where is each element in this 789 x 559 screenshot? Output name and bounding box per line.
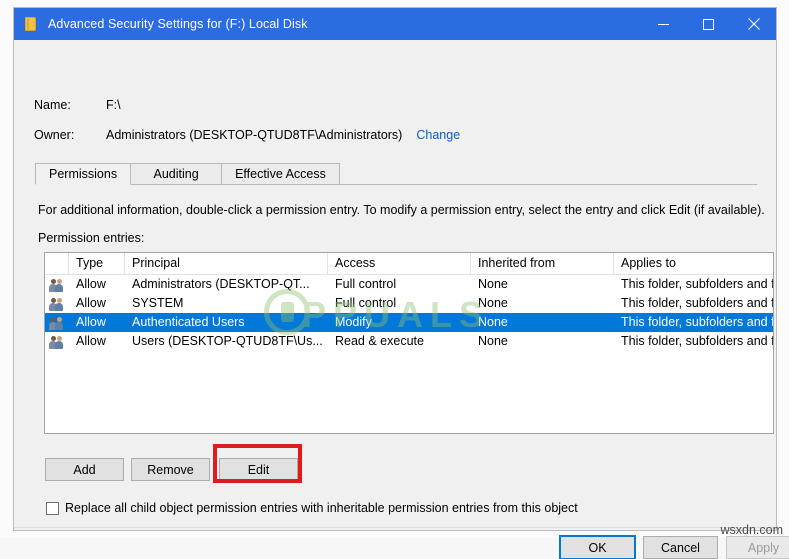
name-value: F:\ [106, 98, 121, 112]
row-applies-to: This folder, subfolders and files [621, 315, 773, 329]
row-applies-to: This folder, subfolders and files [621, 334, 773, 348]
row-access: Full control [335, 277, 397, 291]
row-type: Allow [76, 277, 106, 291]
column-header-applies-to[interactable]: Applies to [614, 253, 773, 274]
close-button[interactable] [731, 8, 776, 40]
folder-icon [23, 16, 39, 32]
column-header-principal[interactable]: Principal [125, 253, 328, 274]
row-icon [45, 297, 69, 311]
replace-child-permissions-label: Replace all child object permission entr… [65, 501, 578, 515]
row-access: Full control [335, 296, 397, 310]
minimize-icon [658, 23, 669, 25]
change-owner-link[interactable]: Change [416, 128, 460, 142]
list-header: Type Principal Access Inherited from App… [45, 253, 773, 275]
column-header-type[interactable]: Type [69, 253, 125, 274]
table-row-selected[interactable]: Allow Authenticated Users Modify None Th… [45, 313, 773, 332]
edit-button[interactable]: Edit [219, 458, 298, 481]
column-header-icon[interactable] [45, 253, 69, 274]
ok-button[interactable]: OK [559, 535, 636, 559]
row-principal: Authenticated Users [132, 315, 245, 329]
owner-label: Owner: [34, 128, 75, 142]
maximize-button[interactable] [686, 8, 731, 40]
row-type: Allow [76, 296, 106, 310]
row-inherited-from: None [478, 315, 508, 329]
replace-child-permissions-checkbox[interactable] [46, 501, 59, 515]
row-icon [45, 278, 69, 292]
name-row: Name: F:\ [14, 98, 121, 112]
row-icon [45, 335, 69, 349]
row-inherited-from: None [478, 277, 508, 291]
tab-auditing[interactable]: Auditing [130, 163, 223, 184]
maximize-icon [703, 18, 714, 30]
owner-row: Owner: Administrators (DESKTOP-QTUD8TF\A… [14, 128, 460, 142]
add-button[interactable]: Add [45, 458, 124, 481]
row-type: Allow [76, 315, 106, 329]
window-title: Advanced Security Settings for (F:) Loca… [48, 17, 308, 31]
site-watermark: wsxdn.com [720, 523, 783, 537]
row-access: Modify [335, 315, 372, 329]
screen: Advanced Security Settings for (F:) Loca… [0, 0, 789, 559]
table-row[interactable]: Allow SYSTEM Full control None This fold… [45, 294, 773, 313]
users-icon [49, 278, 65, 292]
users-icon [49, 316, 65, 330]
row-principal: SYSTEM [132, 296, 184, 310]
footer-divider [14, 527, 776, 528]
table-row[interactable]: Allow Users (DESKTOP-QTUD8TF\Us... Read … [45, 332, 773, 351]
column-header-access[interactable]: Access [328, 253, 471, 274]
owner-value: Administrators (DESKTOP-QTUD8TF\Administ… [106, 128, 403, 142]
users-icon [49, 297, 65, 311]
tab-effective-access[interactable]: Effective Access [221, 163, 340, 184]
row-principal: Users (DESKTOP-QTUD8TF\Us... [132, 334, 323, 348]
title-bar: Advanced Security Settings for (F:) Loca… [14, 8, 776, 40]
row-type: Allow [76, 334, 106, 348]
row-principal: Administrators (DESKTOP-QT... [132, 277, 310, 291]
permission-entries-list[interactable]: Type Principal Access Inherited from App… [44, 252, 774, 434]
row-applies-to: This folder, subfolders and files [621, 277, 773, 291]
minimize-button[interactable] [641, 8, 686, 40]
row-icon [45, 316, 69, 330]
remove-button[interactable]: Remove [131, 458, 210, 481]
cancel-button[interactable]: Cancel [643, 536, 718, 559]
tab-strip: Permissions Auditing Effective Access [35, 163, 757, 185]
table-row[interactable]: Allow Administrators (DESKTOP-QT... Full… [45, 275, 773, 294]
advanced-security-settings-window: Advanced Security Settings for (F:) Loca… [13, 7, 789, 559]
replace-child-permissions-row[interactable]: Replace all child object permission entr… [46, 501, 578, 515]
row-inherited-from: None [478, 334, 508, 348]
window-controls [641, 8, 776, 40]
row-inherited-from: None [478, 296, 508, 310]
permission-entries-label: Permission entries: [38, 231, 145, 245]
dialog-body: Name: F:\ Owner: Administrators (DESKTOP… [14, 40, 789, 559]
users-icon [49, 335, 65, 349]
column-header-inherited-from[interactable]: Inherited from [471, 253, 614, 274]
tab-permissions[interactable]: Permissions [35, 163, 132, 185]
name-label: Name: [34, 98, 71, 112]
close-icon [747, 18, 760, 30]
row-applies-to: This folder, subfolders and files [621, 296, 773, 310]
info-text: For additional information, double-click… [38, 203, 765, 217]
apply-button[interactable]: Apply [726, 536, 789, 559]
row-access: Read & execute [335, 334, 424, 348]
